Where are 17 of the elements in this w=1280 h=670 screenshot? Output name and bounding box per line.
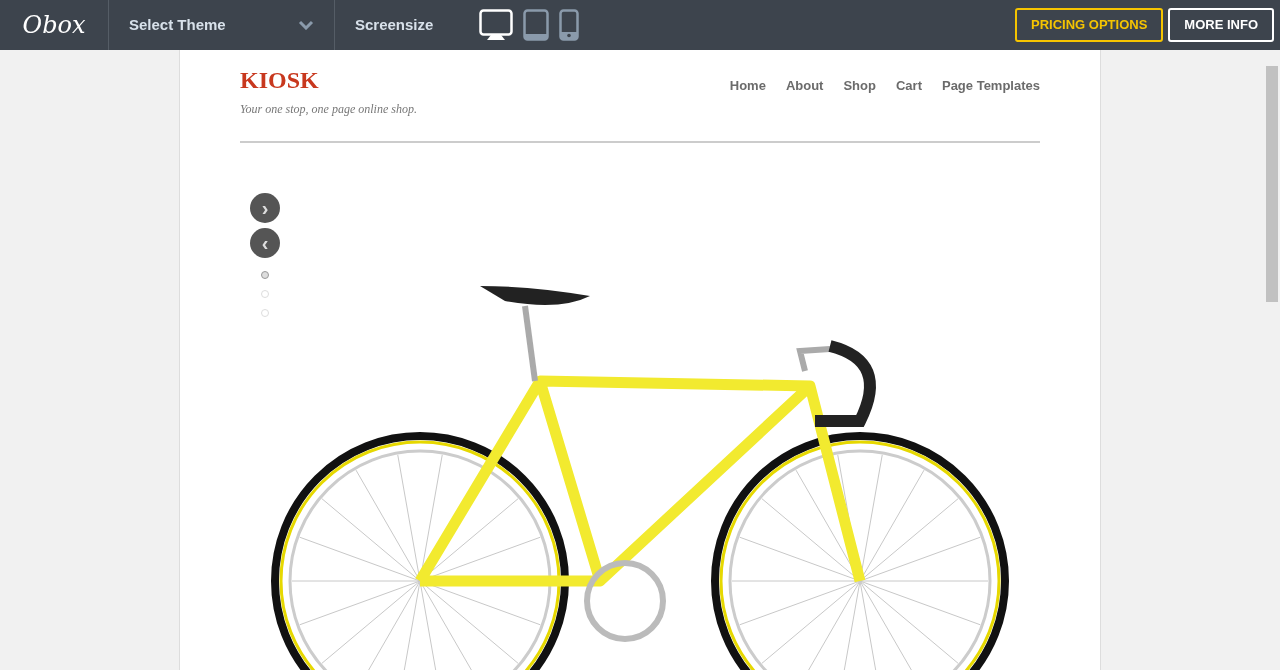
screensize-label: Screensize — [355, 14, 434, 35]
chevron-down-icon — [298, 20, 314, 30]
next-slide-button[interactable]: › — [250, 193, 280, 223]
phone-icon[interactable] — [559, 9, 580, 41]
nav-link[interactable]: Cart — [895, 76, 922, 96]
nav-link[interactable]: Home — [729, 76, 766, 96]
nav-link[interactable]: About — [785, 76, 824, 96]
nav-link[interactable]: Page Templates — [941, 76, 1040, 96]
logo[interactable]: Obox — [22, 7, 86, 43]
pricing-button[interactable]: PRICING OPTIONS — [1015, 8, 1164, 42]
nav-link[interactable]: Shop — [843, 76, 876, 96]
site-tagline: Your one stop, one page online shop. — [240, 101, 417, 118]
info-button[interactable]: MORE INFO — [1168, 8, 1274, 42]
site-brand[interactable]: KIOSK — [240, 66, 417, 94]
tablet-icon[interactable] — [523, 9, 550, 41]
previous-slide-button[interactable]: ‹ — [250, 228, 280, 258]
desktop-icon[interactable] — [479, 9, 514, 41]
